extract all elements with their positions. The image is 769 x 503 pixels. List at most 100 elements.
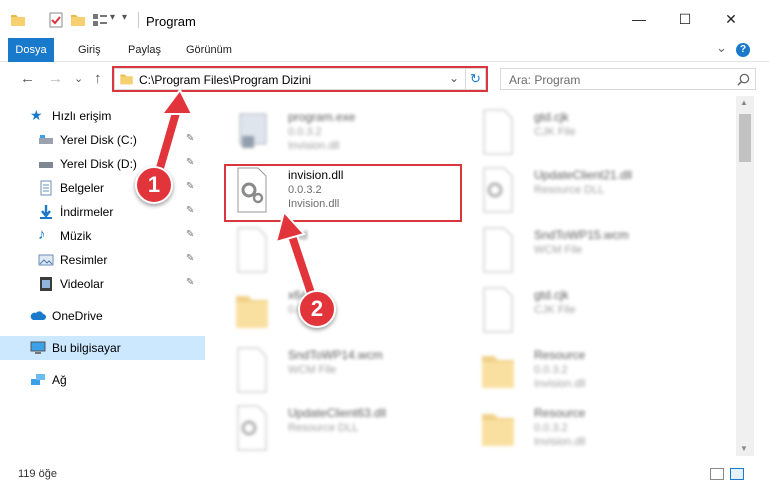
file-type: WCM File (288, 364, 337, 376)
file-item[interactable]: UpdateClient63.dll Resource DLL (226, 400, 466, 458)
sidebar-item-network[interactable]: Ağ (0, 368, 205, 392)
drive-icon (39, 135, 53, 144)
pin-icon: ✎ (186, 133, 195, 144)
file-name: SndToWP14.wcm (288, 348, 383, 362)
up-arrow-icon[interactable]: ↑ (94, 70, 102, 87)
tab-file[interactable]: Dosya (8, 38, 54, 62)
dll-gear-icon (483, 167, 513, 213)
videos-icon (40, 277, 52, 291)
tab-share[interactable]: Paylaş (128, 38, 161, 62)
file-item[interactable]: SndToWP14.wcm WCM File (226, 342, 466, 400)
sidebar-item-quick-access[interactable]: ★ Hızlı erişim (0, 104, 205, 128)
file-icon (483, 227, 513, 273)
folder-item[interactable]: x64 0.0. (226, 282, 466, 340)
file-type: WCM File (534, 244, 583, 256)
vertical-scrollbar[interactable]: ▲ ▼ (736, 96, 754, 456)
file-item[interactable]: SndToWP15.wcm WCM File (472, 222, 712, 280)
scroll-up-icon[interactable]: ▲ (740, 98, 748, 107)
file-item[interactable]: gtd.cjk CJK File (472, 282, 712, 340)
tab-view[interactable]: Görünüm (186, 38, 232, 62)
quick-access-dropdown-icon[interactable]: ▾ (110, 12, 115, 23)
file-item-invision-dll[interactable]: invision.dll 0.0.3.2 Invision.dll (226, 162, 466, 220)
customize-toolbar-icon[interactable]: ▾ (122, 12, 127, 23)
folder-name: Resource (534, 406, 586, 420)
close-button[interactable]: ✕ (716, 8, 746, 30)
file-icon (237, 227, 267, 273)
file-type: CJK File (534, 126, 576, 138)
search-placeholder: Ara: Program (509, 73, 581, 87)
address-bar[interactable]: C:\Program Files\Program Dizini ⌄ ↻ (114, 68, 486, 90)
pin-icon: ✎ (186, 205, 195, 216)
star-icon: ★ (30, 107, 43, 123)
maximize-button[interactable]: ☐ (670, 8, 700, 30)
folder-description: Invision.dll (534, 378, 586, 390)
title-bar: ▾ ▾ Program — ☐ ✕ (0, 0, 769, 38)
file-description: Invision.dll (288, 198, 340, 210)
file-type: Resource DLL (534, 184, 605, 196)
refresh-icon[interactable]: ↻ (470, 71, 481, 87)
sidebar-item-label: Resimler (60, 253, 108, 267)
sidebar-item-downloads[interactable]: İndirmeler ✎ (0, 200, 205, 224)
details-view-icon[interactable] (710, 468, 724, 480)
search-icon[interactable] (737, 73, 750, 86)
search-box[interactable]: Ara: Program (500, 68, 756, 90)
dll-gear-icon (237, 405, 267, 451)
pin-icon: ✎ (186, 157, 195, 168)
file-icon (483, 109, 513, 155)
sidebar-item-local-disk-c[interactable]: Yerel Disk (C:) ✎ (0, 128, 205, 152)
sidebar-item-label: Belgeler (60, 181, 105, 195)
file-name: gtd.cjk (534, 288, 569, 302)
sidebar-item-this-pc[interactable]: Bu bilgisayar (0, 336, 205, 360)
ribbon: Dosya Giriş Paylaş Görünüm ⌄ ? (0, 38, 769, 62)
music-icon: ♪ (38, 226, 46, 243)
address-path: C:\Program Files\Program Dizini (139, 73, 312, 87)
folder-name: Resource (534, 348, 586, 362)
computer-icon (30, 341, 46, 354)
folder-item[interactable]: Resource 0.0.3.2 Invision.dll (472, 342, 712, 400)
sidebar-item-label: Videolar (60, 277, 104, 291)
properties-icon[interactable] (48, 12, 64, 28)
sidebar-item-label: Ağ (52, 373, 67, 387)
pin-icon: ✎ (186, 229, 195, 240)
documents-icon (40, 180, 52, 196)
cloud-icon (30, 311, 46, 320)
scrollbar-thumb[interactable] (739, 114, 751, 162)
scroll-down-icon[interactable]: ▼ (740, 444, 748, 453)
file-name: Gtd (288, 228, 308, 242)
help-icon[interactable]: ? (736, 43, 750, 57)
sidebar-item-pictures[interactable]: Resimler ✎ (0, 248, 205, 272)
file-version: 0.0.3.2 (288, 184, 322, 196)
address-dropdown-icon[interactable]: ⌄ (449, 71, 459, 85)
callout-1: 1 (135, 166, 173, 204)
network-icon (31, 374, 45, 385)
file-item[interactable]: UpdateClient21.dll Resource DLL (472, 162, 712, 220)
tab-home[interactable]: Giriş (78, 38, 101, 62)
sidebar-item-videos[interactable]: Videolar ✎ (0, 272, 205, 296)
sidebar-item-local-disk-d[interactable]: Yerel Disk (D:) ✎ (0, 152, 205, 176)
view-options-icon[interactable] (92, 12, 108, 28)
sidebar-item-onedrive[interactable]: OneDrive (0, 304, 205, 328)
folder-icon (236, 296, 268, 328)
recent-locations-icon[interactable]: ⌄ (74, 72, 83, 85)
back-arrow-icon[interactable]: ← (20, 70, 35, 87)
file-item[interactable]: program.exe 0.0.3.2 Invision.dll (226, 104, 466, 162)
new-folder-icon[interactable] (70, 12, 86, 28)
folder-version: 0.0.3.2 (534, 364, 568, 376)
folder-item[interactable]: Resource 0.0.3.2 Invision.dll (472, 400, 712, 458)
minimize-button[interactable]: — (624, 8, 654, 30)
file-type: Resource DLL (288, 422, 359, 434)
large-icons-view-icon[interactable] (730, 468, 744, 480)
sidebar-item-music[interactable]: ♪ Müzik ✎ (0, 224, 205, 248)
sidebar-item-documents[interactable]: Belgeler ✎ (0, 176, 205, 200)
file-item[interactable]: gtd.cjk CJK File (472, 104, 712, 162)
callout-2: 2 (298, 290, 336, 328)
file-item[interactable]: Gtd (226, 222, 466, 280)
folder-icon (120, 74, 133, 85)
file-name: UpdateClient63.dll (288, 406, 387, 420)
title-divider (138, 12, 139, 28)
file-icon (237, 347, 267, 393)
ribbon-expand-icon[interactable]: ⌄ (716, 40, 727, 56)
folder-icon (482, 356, 514, 388)
forward-arrow-icon[interactable]: → (48, 70, 63, 87)
folder-icon (482, 414, 514, 446)
